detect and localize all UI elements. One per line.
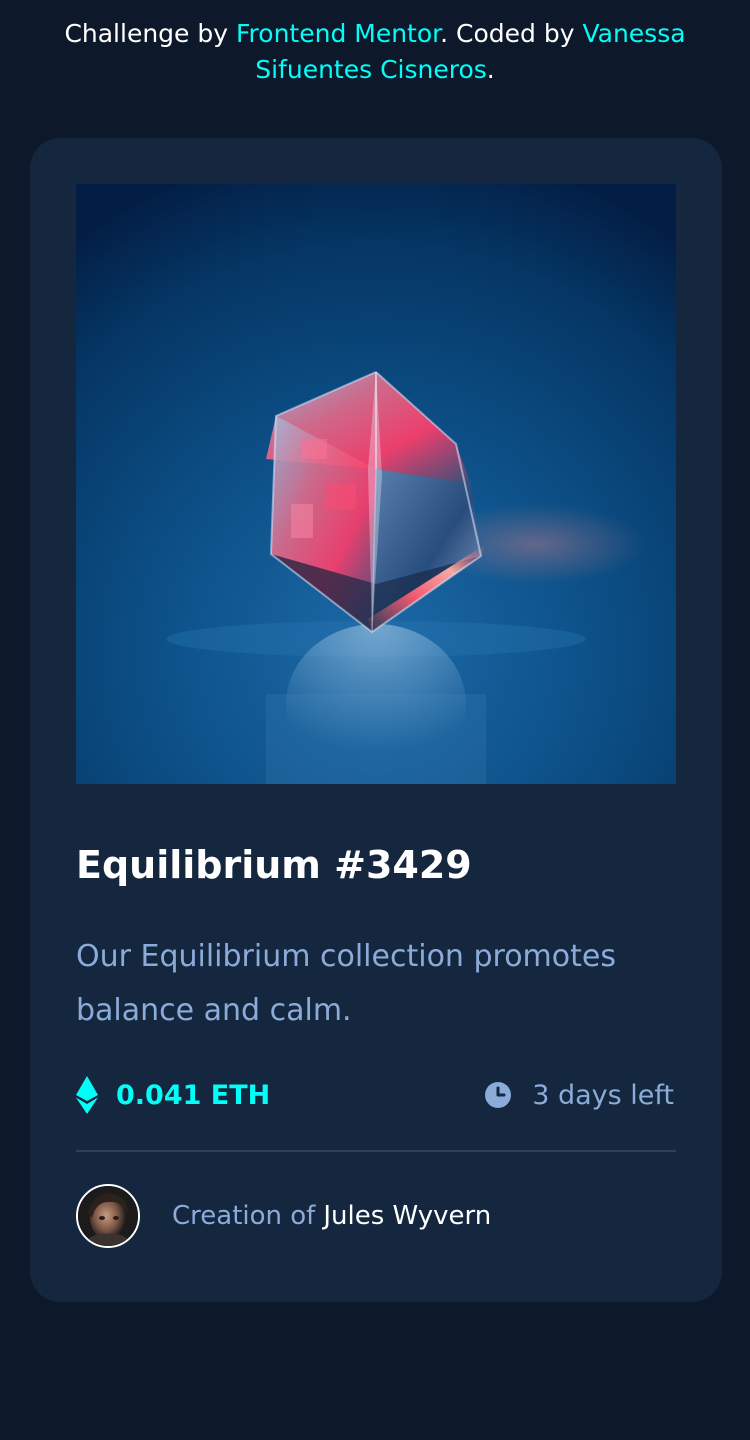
attribution-suffix: . [486,55,495,84]
attribution-prefix: Challenge by [64,19,236,48]
nft-artwork-image[interactable] [76,184,676,784]
creator-row: Creation of Jules Wyvern [76,1184,491,1248]
cube-artwork [76,184,676,784]
price-value: 0.041 ETH [116,1079,271,1111]
time-group: 3 days left [484,1074,674,1116]
clock-icon [484,1081,512,1109]
time-left: 3 days left [532,1079,674,1111]
creation-label: Creation of [172,1201,316,1231]
attribution-middle: . Coded by [440,19,583,48]
attribution: Challenge by Frontend Mentor. Coded by V… [40,16,710,88]
creator-name-link[interactable]: Jules Wyvern [323,1201,491,1231]
nft-card: Equilibrium #3429 Our Equilibrium collec… [30,138,722,1302]
card-divider [76,1150,676,1152]
nft-stats: 0.041 ETH 3 days left [76,1074,676,1116]
frontend-mentor-link[interactable]: Frontend Mentor [236,19,440,48]
nft-title[interactable]: Equilibrium #3429 [76,838,472,892]
nft-description: Our Equilibrium collection promotes bala… [76,939,616,1028]
creator-avatar [76,1184,140,1248]
ethereum-icon [76,1076,98,1114]
price-group: 0.041 ETH [76,1074,270,1116]
